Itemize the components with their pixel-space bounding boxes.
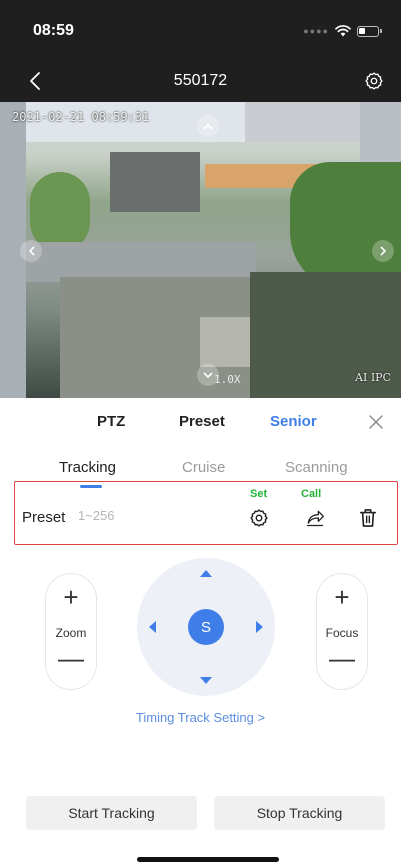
- trash-icon: [359, 509, 377, 527]
- pan-left-button[interactable]: [20, 240, 42, 262]
- zoom-out-button[interactable]: —: [46, 645, 96, 671]
- ptz-joystick[interactable]: S: [137, 558, 275, 696]
- camera-video-feed[interactable]: 2021-02-21 08:59:31 1.0X AI IPC: [0, 102, 401, 398]
- battery-icon: [357, 25, 382, 37]
- control-tabs: PTZ Preset Senior: [0, 398, 401, 448]
- chevron-right-icon: [379, 246, 386, 256]
- home-indicator: [137, 857, 279, 862]
- set-preset-button[interactable]: [247, 506, 271, 530]
- joystick-up-arrow-icon[interactable]: [200, 570, 212, 577]
- scene-trees: [30, 172, 90, 252]
- scene-road: [26, 242, 256, 282]
- focus-in-button[interactable]: +: [317, 584, 367, 610]
- pan-up-button[interactable]: [197, 115, 219, 137]
- focus-label: Focus: [325, 626, 359, 640]
- timing-track-setting-link[interactable]: Timing Track Setting >: [0, 710, 401, 725]
- focus-control: + Focus —: [316, 573, 368, 690]
- gear-icon: [250, 509, 268, 527]
- video-watermark: AI IPC: [355, 371, 391, 384]
- pan-down-button[interactable]: [197, 364, 219, 386]
- zoom-in-button[interactable]: +: [46, 584, 96, 610]
- preset-row: Preset Set Call: [14, 481, 398, 545]
- nav-bar: 550172: [0, 60, 401, 102]
- share-arrow-icon: [306, 510, 324, 527]
- subtab-tracking[interactable]: Tracking: [59, 459, 116, 476]
- close-icon: [369, 415, 383, 429]
- gear-icon: [365, 72, 383, 90]
- chevron-left-icon: [28, 246, 35, 256]
- focus-out-button[interactable]: —: [317, 645, 367, 671]
- set-label: Set: [250, 488, 268, 500]
- call-label: Call: [301, 488, 322, 500]
- subtab-cruise[interactable]: Cruise: [182, 459, 225, 476]
- status-bar: 08:59 ●●●●: [0, 0, 401, 60]
- preset-number-input[interactable]: [78, 508, 228, 523]
- video-timestamp: 2021-02-21 08:59:31: [12, 110, 150, 124]
- joystick-right-arrow-icon[interactable]: [256, 621, 263, 633]
- zoom-control: + Zoom —: [45, 573, 97, 690]
- status-icons: ●●●●: [303, 25, 382, 37]
- settings-button[interactable]: [359, 66, 389, 96]
- tab-ptz[interactable]: PTZ: [97, 413, 125, 430]
- pan-right-button[interactable]: [372, 240, 394, 262]
- zoom-label: Zoom: [55, 626, 87, 640]
- scene-building: [245, 102, 365, 142]
- page-title: 550172: [173, 72, 228, 89]
- scene-wall: [110, 152, 200, 212]
- subtab-scanning[interactable]: Scanning: [285, 459, 348, 476]
- signal-icon: ●●●●: [303, 26, 329, 36]
- wifi-icon: [335, 25, 351, 37]
- stop-tracking-button[interactable]: Stop Tracking: [214, 796, 385, 830]
- chevron-up-icon: [203, 123, 213, 130]
- tab-senior[interactable]: Senior: [270, 413, 317, 430]
- joystick-left-arrow-icon[interactable]: [149, 621, 156, 633]
- joystick-center-button[interactable]: S: [188, 609, 224, 645]
- chevron-down-icon: [203, 371, 213, 378]
- status-time: 08:59: [33, 22, 74, 39]
- preset-label: Preset: [22, 509, 66, 526]
- call-preset-button[interactable]: [303, 506, 327, 530]
- tab-preset[interactable]: Preset: [179, 413, 225, 430]
- start-tracking-button[interactable]: Start Tracking: [26, 796, 197, 830]
- close-button[interactable]: [365, 411, 387, 433]
- joystick-down-arrow-icon[interactable]: [200, 677, 212, 684]
- delete-preset-button[interactable]: [356, 506, 380, 530]
